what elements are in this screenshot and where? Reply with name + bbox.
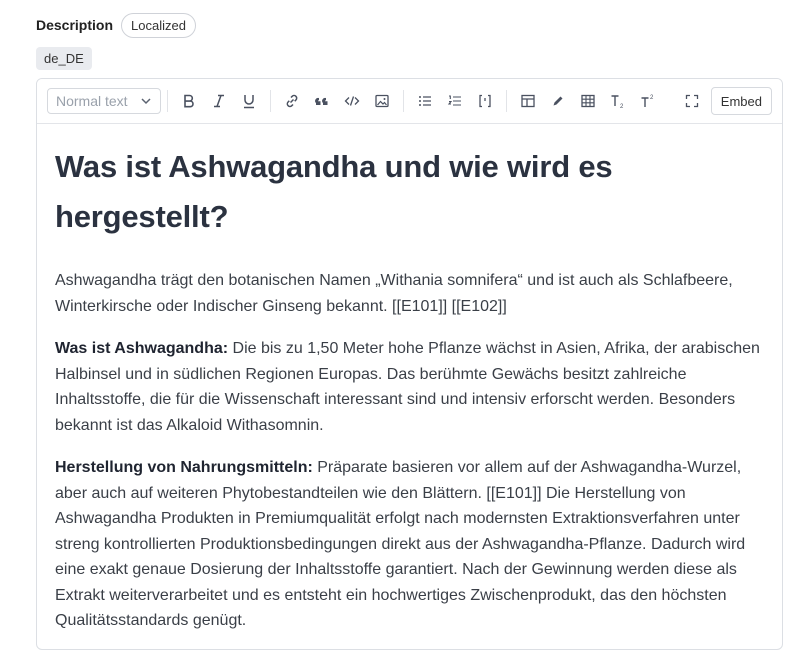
- rich-text-editor[interactable]: Normal text 2 2 Embed Was ist Ashwagandh…: [36, 78, 783, 650]
- paragraph-production-text: Präparate basieren vor allem auf der Ash…: [55, 459, 746, 629]
- fullscreen-button[interactable]: [677, 88, 707, 114]
- link-icon: [286, 94, 298, 108]
- paragraph-production: Herstellung von Nahrungsmitteln: Präpara…: [55, 455, 764, 634]
- link-button[interactable]: [277, 88, 307, 114]
- quote-button[interactable]: [307, 88, 337, 114]
- block-type-select[interactable]: Normal text: [47, 88, 161, 114]
- image-icon: [375, 94, 389, 108]
- paragraph-about-bold: Was ist Ashwagandha:: [55, 340, 229, 357]
- code-block-icon: [479, 94, 491, 108]
- subscript-button[interactable]: 2: [603, 88, 633, 114]
- highlight-button[interactable]: [543, 88, 573, 114]
- code-icon: [344, 96, 360, 106]
- quote-icon: [315, 97, 328, 105]
- pen-icon: [553, 96, 563, 106]
- italic-button[interactable]: [204, 88, 234, 114]
- subscript-icon: 2: [611, 95, 624, 109]
- toolbar-divider: [506, 90, 507, 112]
- superscript-icon: 2: [641, 95, 654, 107]
- layout-icon: [521, 94, 535, 108]
- embed-button[interactable]: Embed: [710, 87, 772, 115]
- locale-tag[interactable]: de_DE: [36, 47, 92, 70]
- bullet-list-button[interactable]: [410, 88, 440, 114]
- underline-button[interactable]: [234, 88, 264, 114]
- block-type-value: Normal text: [56, 93, 128, 109]
- layout-button[interactable]: [513, 88, 543, 114]
- chevron-down-icon: [141, 98, 151, 105]
- italic-icon: [214, 94, 224, 108]
- field-header: Description Localized: [36, 12, 196, 38]
- paragraph-about: Was ist Ashwagandha: Die bis zu 1,50 Met…: [55, 336, 764, 438]
- field-label: Description: [36, 17, 114, 33]
- image-button[interactable]: [367, 88, 397, 114]
- toolbar-divider: [403, 90, 404, 112]
- toolbar-divider: [167, 90, 168, 112]
- numbered-list-button[interactable]: [440, 88, 470, 114]
- code-block-button[interactable]: [470, 88, 500, 114]
- underline-icon: [244, 95, 254, 109]
- fullscreen-icon: [685, 94, 698, 108]
- paragraph-production-bold: Herstellung von Nahrungsmitteln:: [55, 459, 313, 476]
- paragraph-intro: Ashwagandha trägt den botanischen Namen …: [55, 272, 733, 315]
- table-icon: [581, 94, 595, 108]
- table-button[interactable]: [573, 88, 603, 114]
- superscript-button[interactable]: 2: [633, 88, 663, 114]
- svg-text:2: 2: [620, 104, 624, 109]
- localized-badge: Localized: [121, 12, 196, 38]
- editor-toolbar: Normal text 2 2 Embed: [37, 79, 782, 124]
- numbered-list-icon: [447, 95, 461, 106]
- bold-icon: [184, 94, 194, 108]
- content-heading: Was ist Ashwagandha und wie wird es herg…: [55, 149, 613, 234]
- editor-content[interactable]: Was ist Ashwagandha und wie wird es herg…: [37, 124, 782, 634]
- toolbar-divider: [270, 90, 271, 112]
- bold-button[interactable]: [174, 88, 204, 114]
- code-button[interactable]: [337, 88, 367, 114]
- svg-text:2: 2: [650, 95, 654, 101]
- bullet-list-icon: [419, 96, 431, 106]
